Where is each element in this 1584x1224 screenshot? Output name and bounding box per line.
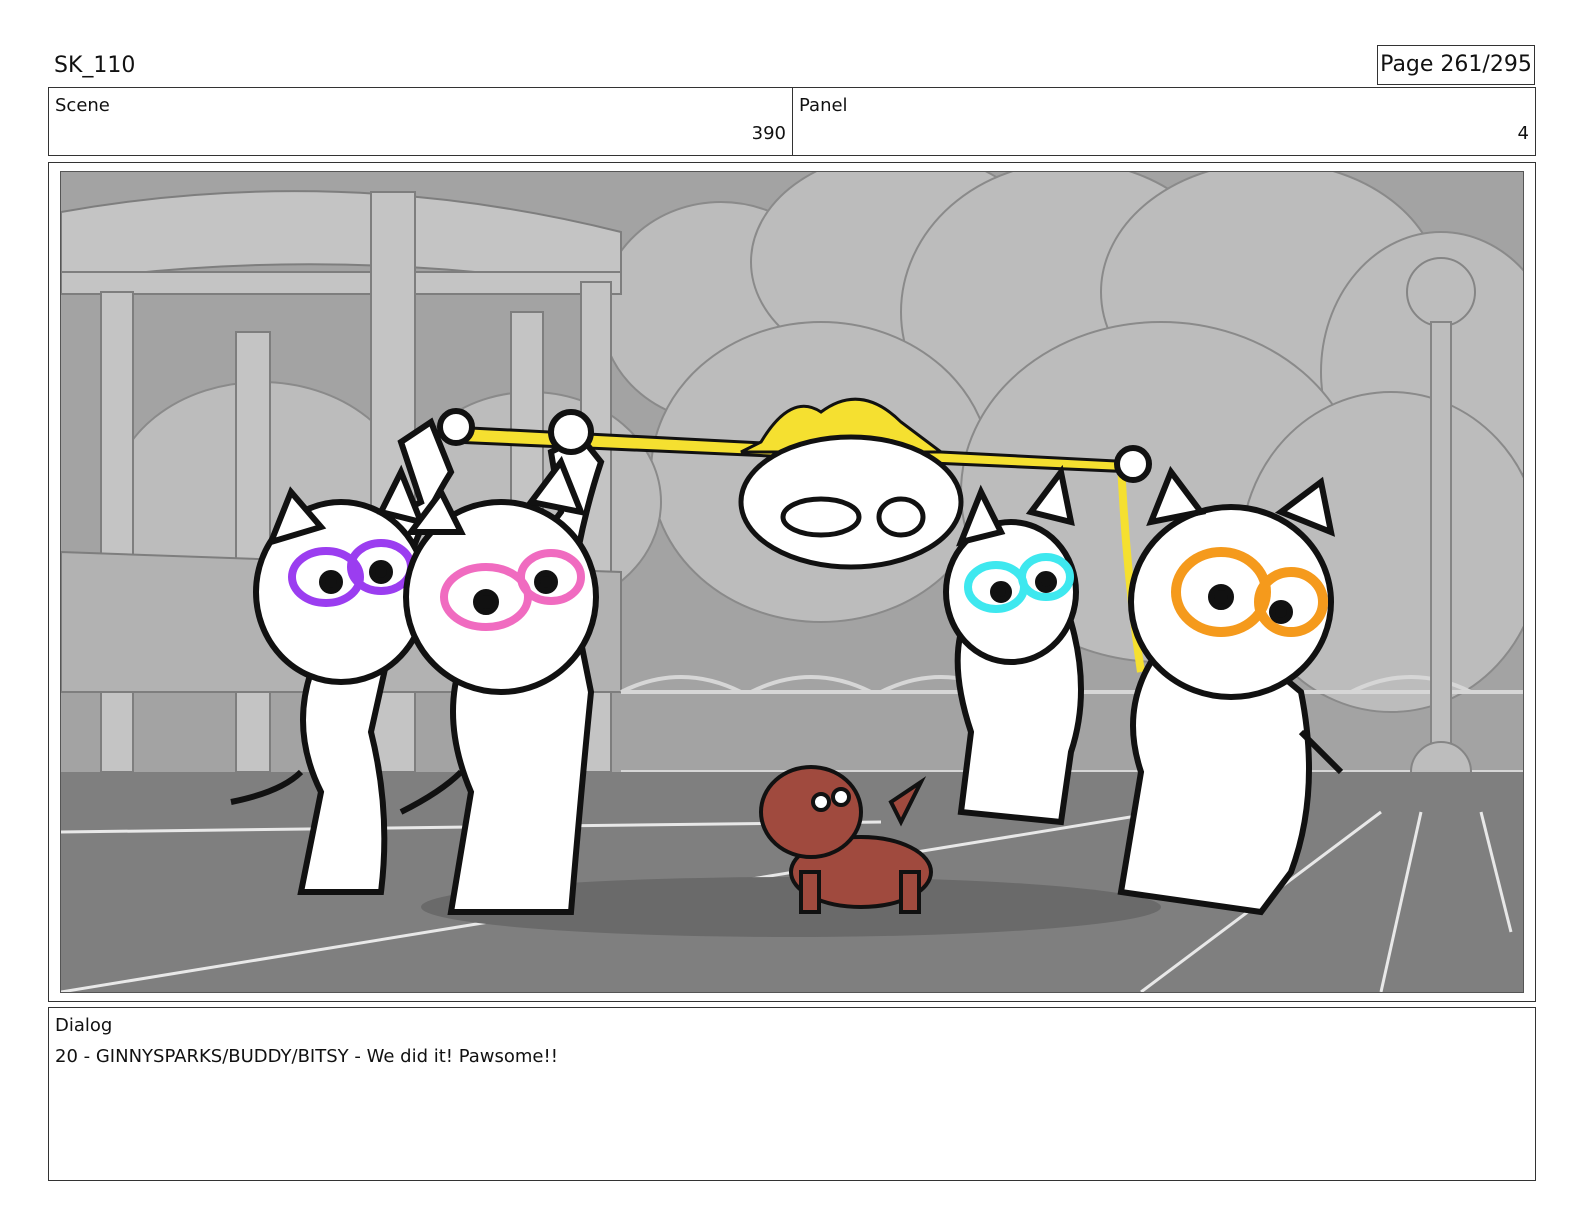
mask xyxy=(738,434,964,570)
page-number: Page 261/295 xyxy=(1377,45,1535,85)
scene-label: Scene xyxy=(55,95,110,116)
dialog-box: Dialog 20 - GINNYSPARKS/BUDDY/BITSY - We… xyxy=(48,1007,1536,1181)
storyboard-drawing xyxy=(60,171,1524,993)
scene-panel-row: Scene 390 Panel 4 xyxy=(48,87,1536,156)
panel-cell: Panel 4 xyxy=(793,88,1535,155)
panel-label: Panel xyxy=(799,95,848,116)
storyboard-frame xyxy=(48,162,1536,1002)
dialog-text: 20 - GINNYSPARKS/BUDDY/BITSY - We did it… xyxy=(55,1046,558,1067)
dialog-label: Dialog xyxy=(55,1015,113,1036)
storyboard-illustration xyxy=(61,172,1523,992)
scene-number: 390 xyxy=(751,123,786,144)
panel-number: 4 xyxy=(1517,123,1529,144)
document-title: SK_110 xyxy=(54,53,136,78)
scene-cell: Scene 390 xyxy=(49,88,793,155)
